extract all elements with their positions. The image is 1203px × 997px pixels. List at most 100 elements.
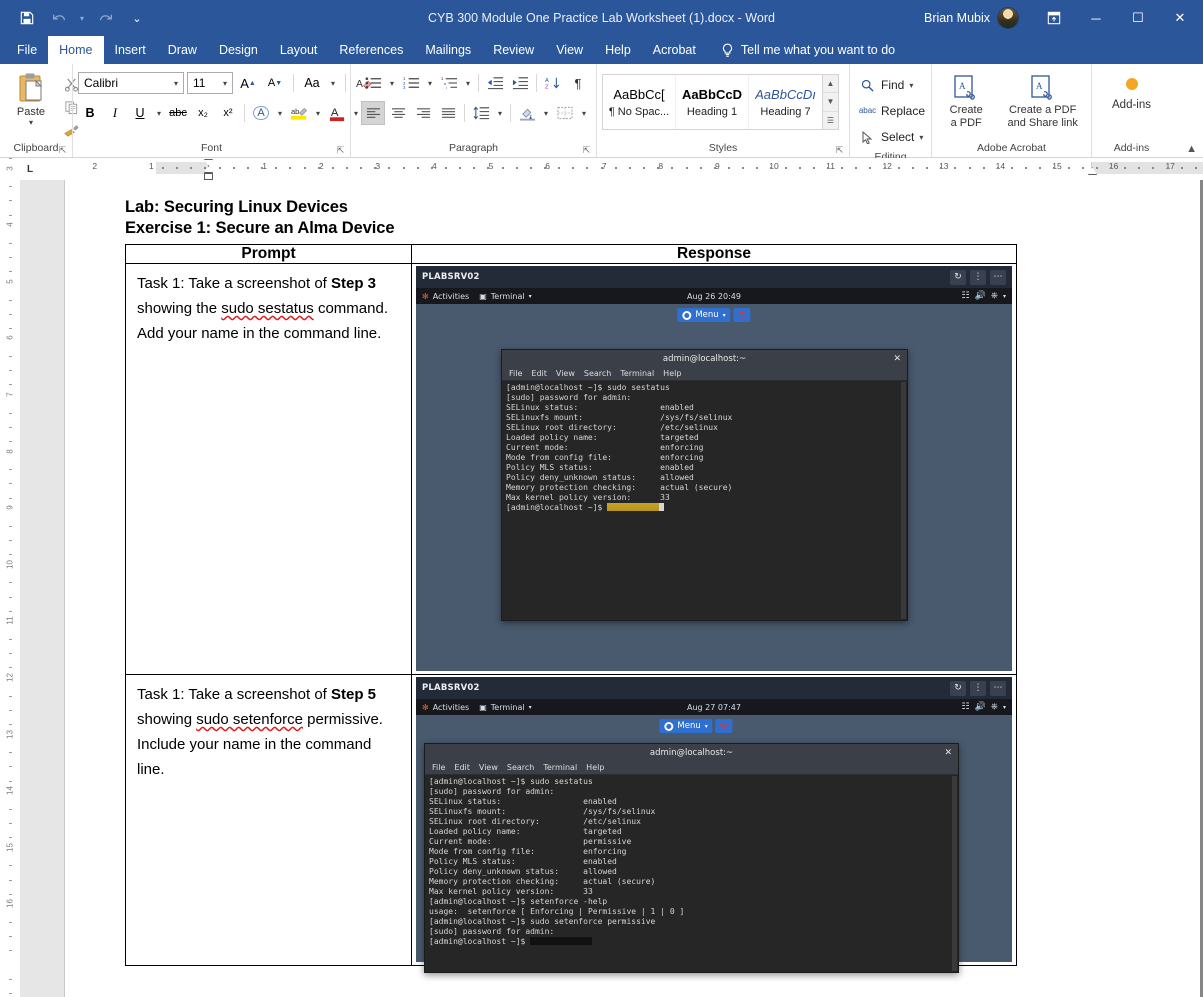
terminal-scrollbar[interactable] bbox=[952, 776, 957, 971]
wifi-icon[interactable] bbox=[733, 308, 751, 322]
find-button[interactable]: Find ▾ bbox=[855, 73, 917, 97]
shrink-font-icon[interactable]: A ▼ bbox=[263, 71, 287, 95]
chevron-down-icon[interactable]: ▾ bbox=[171, 79, 181, 88]
menu-edit[interactable]: Edit bbox=[454, 763, 470, 772]
text-effects-icon[interactable]: A bbox=[249, 101, 273, 125]
menu-help[interactable]: Help bbox=[586, 763, 604, 772]
create-a-pdf-button[interactable]: A Create a PDF bbox=[937, 72, 995, 130]
sort-icon[interactable]: AZ bbox=[541, 71, 565, 95]
terminal-output[interactable]: [admin@localhost ~]$ sudo sestatus [sudo… bbox=[425, 775, 958, 972]
menu-file[interactable]: File bbox=[509, 369, 522, 378]
font-dialog-launcher[interactable]: ⇱ bbox=[335, 145, 346, 156]
terminal-scrollbar[interactable] bbox=[901, 382, 906, 619]
text-effects-dropdown-icon[interactable]: ▾ bbox=[274, 101, 286, 125]
tab-review[interactable]: Review bbox=[482, 36, 545, 64]
close-icon[interactable]: ✕ bbox=[893, 354, 901, 364]
line-spacing-dropdown-icon[interactable]: ▾ bbox=[494, 101, 506, 125]
tab-view[interactable]: View bbox=[545, 36, 594, 64]
find-dropdown-icon[interactable]: ▾ bbox=[909, 81, 913, 90]
italic-button[interactable]: I bbox=[103, 101, 127, 125]
tab-draw[interactable]: Draw bbox=[157, 36, 208, 64]
style-item-no-spacing[interactable]: AaBbCc[ ¶ No Spac... bbox=[603, 75, 676, 129]
change-case-dropdown-icon[interactable]: ▾ bbox=[327, 71, 339, 95]
close-icon[interactable]: ✕ bbox=[944, 748, 952, 758]
redo-icon[interactable] bbox=[90, 5, 120, 31]
menu-button[interactable]: Menu ▾ bbox=[659, 719, 713, 733]
menu-edit[interactable]: Edit bbox=[531, 369, 547, 378]
style-item-heading-7[interactable]: AaBbCcDı Heading 7 bbox=[749, 75, 822, 129]
tab-acrobat[interactable]: Acrobat bbox=[642, 36, 707, 64]
styles-dialog-launcher[interactable]: ⇱ bbox=[834, 145, 845, 156]
styles-gallery-scrollbar[interactable]: ▲ ▼ ☰ bbox=[822, 75, 838, 129]
undo-dropdown-icon[interactable]: ▾ bbox=[76, 5, 88, 31]
tab-insert[interactable]: Insert bbox=[104, 36, 157, 64]
menu-search[interactable]: Search bbox=[584, 369, 611, 378]
highlight-dropdown-icon[interactable]: ▾ bbox=[312, 101, 324, 125]
collapse-ribbon-icon[interactable]: ▲ bbox=[1186, 143, 1197, 155]
font-family-combo[interactable]: Calibri ▾ bbox=[78, 72, 184, 94]
paste-button[interactable]: Paste ▾ bbox=[5, 70, 57, 140]
ribbon-display-options-icon[interactable] bbox=[1033, 0, 1075, 36]
underline-dropdown-icon[interactable]: ▾ bbox=[153, 101, 165, 125]
numbering-icon[interactable]: 123 bbox=[399, 71, 423, 95]
bold-button[interactable]: B bbox=[78, 101, 102, 125]
bullets-icon[interactable] bbox=[361, 71, 385, 95]
vm-refresh-icon[interactable]: ↻ bbox=[950, 269, 966, 285]
minimize-button[interactable]: ─ bbox=[1075, 0, 1117, 36]
tab-mailings[interactable]: Mailings bbox=[414, 36, 482, 64]
wifi-icon[interactable] bbox=[715, 719, 733, 733]
tab-stop-selector[interactable]: L bbox=[20, 158, 40, 180]
line-spacing-icon[interactable] bbox=[469, 101, 493, 125]
menu-view[interactable]: View bbox=[479, 763, 498, 772]
left-indent-marker[interactable] bbox=[204, 173, 213, 180]
menu-button[interactable]: Menu ▾ bbox=[677, 308, 731, 322]
vm-screenshot[interactable]: PLABSRV02 ↻ ⋮ ⋯ ✻ Activities ▣ Terminal … bbox=[416, 677, 1012, 973]
bullets-dropdown-icon[interactable]: ▾ bbox=[386, 71, 398, 95]
maximize-button[interactable]: ☐ bbox=[1117, 0, 1159, 36]
add-ins-button[interactable]: Add-ins bbox=[1103, 70, 1161, 111]
font-size-combo[interactable]: 11 ▾ bbox=[187, 72, 233, 94]
response-cell[interactable]: PLABSRV02 ↻ ⋮ ⋯ ✻ Activities ▣ Terminal … bbox=[411, 263, 1017, 675]
menu-view[interactable]: View bbox=[556, 369, 575, 378]
prompt-cell[interactable]: Task 1: Take a screenshot of Step 5 show… bbox=[125, 674, 412, 966]
document-page[interactable]: Lab: Securing Linux Devices Exercise 1: … bbox=[64, 180, 1200, 997]
vm-more-icon[interactable]: ⋯ bbox=[990, 269, 1006, 285]
shading-icon[interactable] bbox=[515, 101, 539, 125]
avatar[interactable] bbox=[997, 7, 1019, 29]
multilevel-list-icon[interactable]: 1ai bbox=[437, 71, 461, 95]
scroll-down-icon[interactable]: ▼ bbox=[823, 93, 838, 112]
show-formatting-marks-icon[interactable]: ¶ bbox=[566, 71, 590, 95]
tab-file[interactable]: File bbox=[6, 36, 49, 64]
subscript-button[interactable]: x₂ bbox=[191, 101, 215, 125]
terminal-window[interactable]: admin@localhost:~ ✕ File Edit View Searc… bbox=[424, 743, 959, 973]
style-item-heading-1[interactable]: AaBbCcD Heading 1 bbox=[676, 75, 749, 129]
tell-me-box[interactable]: Tell me what you want to do bbox=[721, 36, 895, 64]
prompt-cell[interactable]: Task 1: Take a screenshot of Step 3 show… bbox=[125, 263, 412, 675]
borders-dropdown-icon[interactable]: ▾ bbox=[578, 101, 590, 125]
shading-dropdown-icon[interactable]: ▾ bbox=[540, 101, 552, 125]
undo-icon[interactable] bbox=[44, 5, 74, 31]
superscript-button[interactable]: x² bbox=[216, 101, 240, 125]
scroll-up-icon[interactable]: ▲ bbox=[823, 75, 838, 94]
menu-search[interactable]: Search bbox=[507, 763, 534, 772]
tab-layout[interactable]: Layout bbox=[269, 36, 329, 64]
strikethrough-button[interactable]: abc bbox=[166, 101, 190, 125]
align-center-button[interactable] bbox=[386, 101, 410, 125]
borders-icon[interactable] bbox=[553, 101, 577, 125]
underline-button[interactable]: U bbox=[128, 101, 152, 125]
more-styles-icon[interactable]: ☰ bbox=[823, 111, 838, 129]
tab-home[interactable]: Home bbox=[48, 36, 104, 64]
decrease-indent-icon[interactable] bbox=[483, 71, 507, 95]
highlight-icon[interactable]: ab bbox=[287, 101, 311, 125]
tab-design[interactable]: Design bbox=[208, 36, 269, 64]
customize-quick-access-toolbar-icon[interactable]: ⌄ bbox=[122, 5, 152, 31]
select-dropdown-icon[interactable]: ▾ bbox=[919, 133, 923, 142]
numbering-dropdown-icon[interactable]: ▾ bbox=[424, 71, 436, 95]
paragraph-dialog-launcher[interactable]: ⇱ bbox=[581, 145, 592, 156]
menu-terminal[interactable]: Terminal bbox=[543, 763, 577, 772]
grow-font-icon[interactable]: A ▲ bbox=[236, 71, 260, 95]
menu-terminal[interactable]: Terminal bbox=[620, 369, 654, 378]
vm-info-icon[interactable]: ⋮ bbox=[970, 269, 986, 285]
font-color-icon[interactable]: A bbox=[325, 101, 349, 125]
align-right-button[interactable] bbox=[411, 101, 435, 125]
